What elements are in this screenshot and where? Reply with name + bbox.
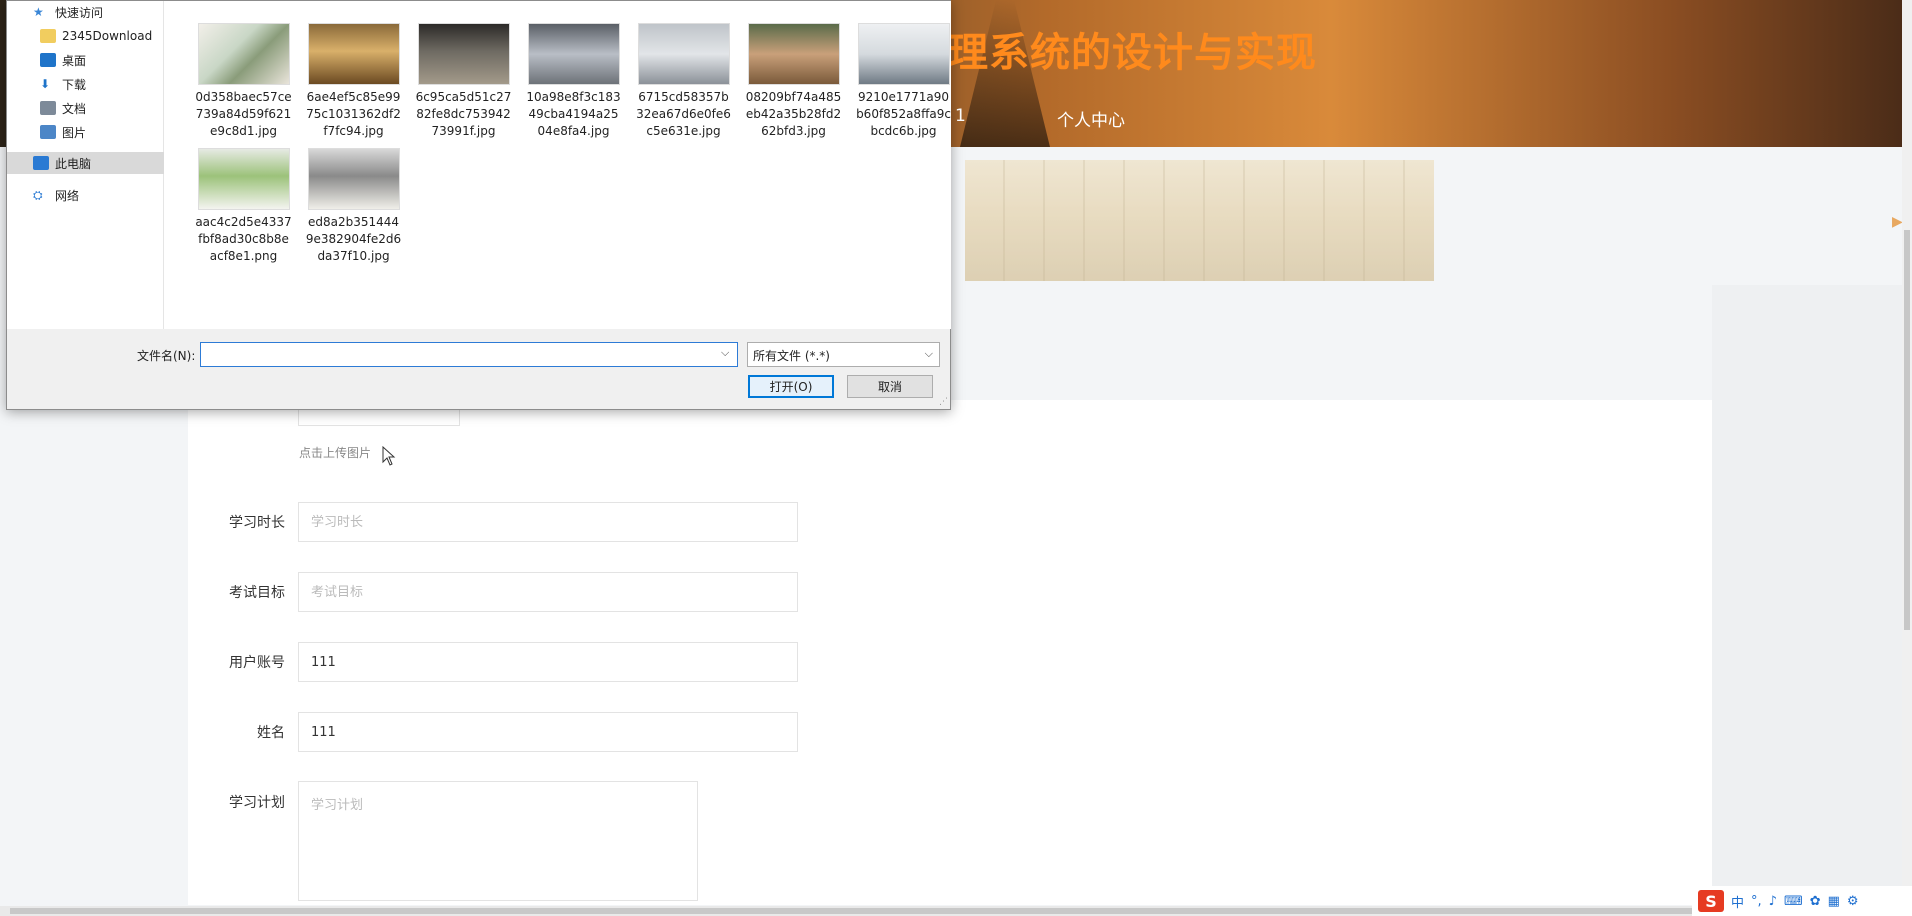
file-item[interactable]: 6715cd58357b32ea67d6e0fe6c5e631e.jpg [631, 23, 736, 140]
nav-item-label: 此电脑 [55, 156, 92, 171]
filetype-selected-value: 所有文件 (*.*) [753, 349, 830, 363]
file-thumbnail-image [857, 23, 950, 85]
nav-item-0[interactable]: ★ 快速访问 [7, 1, 189, 23]
study-plan-label: 学习计划 [229, 795, 285, 811]
file-thumbnail-image [527, 23, 620, 85]
navigation-pane: ★快速访问2345Download📌桌面📌⬇下载📌文档📌图片📌此电脑⛭网络 [7, 1, 192, 329]
skin-icon[interactable]: ✿ [1810, 894, 1821, 909]
file-item[interactable]: 9210e1771a90b60f852a8ffa9cbcdc6b.jpg [851, 23, 956, 140]
nav-item-7[interactable]: ⛭ 网络 [7, 184, 189, 206]
file-item[interactable]: 08209bf74a485eb42a35b28fd262bfd3.jpg [741, 23, 846, 140]
file-item[interactable]: 0d358baec57ce739a84d59f621e9c8d1.jpg [191, 23, 296, 140]
star-icon: ★ [33, 5, 44, 19]
computer-icon [33, 156, 49, 170]
nav-item-label: 快速访问 [55, 5, 104, 20]
desktop-icon [40, 53, 56, 67]
filename-label: 文件名(N): [137, 349, 196, 363]
nav-item-label: 网络 [55, 188, 80, 203]
ime-mode-toggle[interactable]: 中 [1731, 892, 1744, 911]
study-plan-textarea[interactable] [298, 781, 698, 901]
file-name: 6c95ca5d51c2782fe8dc75394273991f.jpg [415, 90, 512, 138]
resize-grip-icon[interactable]: ⋰ [939, 397, 948, 407]
nav-item-user-center[interactable]: 个人中心 [1057, 106, 1125, 131]
carousel-image[interactable] [965, 160, 1434, 281]
study-duration-input[interactable] [298, 502, 798, 542]
site-title: 理系统的设计与实现 [948, 30, 1317, 76]
page-side-background [1712, 285, 1902, 905]
filename-history-chevron-down-icon[interactable]: ⌵ [721, 346, 729, 360]
toolbox-icon[interactable]: ▦ [1828, 894, 1840, 909]
file-open-dialog: ★快速访问2345Download📌桌面📌⬇下载📌文档📌图片📌此电脑⛭网络 0d… [6, 0, 951, 410]
exam-goal-input[interactable] [298, 572, 798, 612]
vertical-scroll-thumb[interactable] [1904, 230, 1910, 630]
file-item[interactable]: 6ae4ef5c85e9975c1031362df2f7fc94.jpg [301, 23, 406, 140]
file-thumbnail-image [417, 23, 510, 85]
file-name: 6ae4ef5c85e9975c1031362df2f7fc94.jpg [306, 90, 401, 138]
nav-item-partial[interactable]: 1 [955, 106, 966, 126]
account-label: 用户账号 [229, 655, 285, 671]
file-name: 0d358baec57ce739a84d59f621e9c8d1.jpg [195, 90, 292, 138]
horizontal-scroll-thumb[interactable] [10, 908, 1870, 914]
file-name: 10a98e8f3c18349cba4194a2504e8fa4.jpg [526, 90, 621, 138]
nav-item-label: 下载 [62, 77, 87, 92]
file-thumbnail-image [637, 23, 730, 85]
nav-item-label: 图片 [62, 125, 87, 140]
name-input[interactable] [298, 712, 798, 752]
vertical-scrollbar[interactable] [1902, 0, 1912, 906]
file-item[interactable]: 10a98e8f3c18349cba4194a2504e8fa4.jpg [521, 23, 626, 140]
folder-icon [40, 29, 56, 43]
cancel-button[interactable]: 取消 [847, 375, 933, 398]
file-item[interactable]: aac4c2d5e4337fbf8ad30c8b8eacf8e1.png [191, 148, 296, 265]
sogou-logo-icon[interactable]: S [1698, 890, 1724, 912]
punctuation-icon[interactable]: °, [1751, 894, 1762, 909]
pictures-icon [40, 125, 56, 139]
open-button[interactable]: 打开(O) [748, 375, 834, 398]
file-thumbnail-image [307, 23, 400, 85]
nav-item-label: 2345Download [62, 29, 153, 43]
upload-hint[interactable]: 点击上传图片 [299, 444, 371, 461]
download-icon: ⬇ [40, 77, 51, 91]
file-name: 08209bf74a485eb42a35b28fd262bfd3.jpg [745, 90, 842, 138]
nav-item-6[interactable]: 此电脑 [7, 152, 189, 174]
file-name: 9210e1771a90b60f852a8ffa9cbcdc6b.jpg [856, 90, 951, 138]
settings-gear-icon[interactable]: ⚙ [1847, 894, 1859, 909]
mouse-cursor-icon [382, 446, 396, 466]
file-name: aac4c2d5e4337fbf8ad30c8b8eacf8e1.png [195, 215, 292, 263]
filetype-select[interactable]: 所有文件 (*.*) ⌵ [747, 342, 940, 367]
exam-goal-label: 考试目标 [229, 585, 285, 601]
file-name: ed8a2b3514449e382904fe2d6da37f10.jpg [305, 215, 402, 263]
name-label: 姓名 [257, 725, 285, 741]
document-icon [40, 101, 56, 115]
file-list-area: 0d358baec57ce739a84d59f621e9c8d1.jpg 6ae4… [164, 1, 951, 329]
keyboard-icon[interactable]: ⌨ [1784, 894, 1803, 909]
horizontal-scrollbar[interactable] [0, 906, 1902, 916]
nav-item-label: 文档 [62, 101, 87, 116]
study-duration-label: 学习时长 [229, 515, 285, 531]
file-item[interactable]: ed8a2b3514449e382904fe2d6da37f10.jpg [301, 148, 406, 265]
nav-item-label: 桌面 [62, 53, 87, 68]
file-thumbnail-image [307, 148, 400, 210]
file-thumbnail-image [747, 23, 840, 85]
file-thumbnail-image [197, 23, 290, 85]
file-name: 6715cd58357b32ea67d6e0fe6c5e631e.jpg [636, 90, 731, 138]
filename-input[interactable] [200, 342, 738, 367]
ime-toolbar: S 中 °, ♪ ⌨ ✿ ▦ ⚙ [1692, 886, 1912, 916]
microphone-icon[interactable]: ♪ [1769, 894, 1777, 909]
account-input[interactable] [298, 642, 798, 682]
file-item[interactable]: 6c95ca5d51c2782fe8dc75394273991f.jpg [411, 23, 516, 140]
network-icon: ⛭ [33, 188, 43, 202]
chevron-down-icon: ⌵ [924, 347, 933, 360]
file-thumbnail-image [197, 148, 290, 210]
